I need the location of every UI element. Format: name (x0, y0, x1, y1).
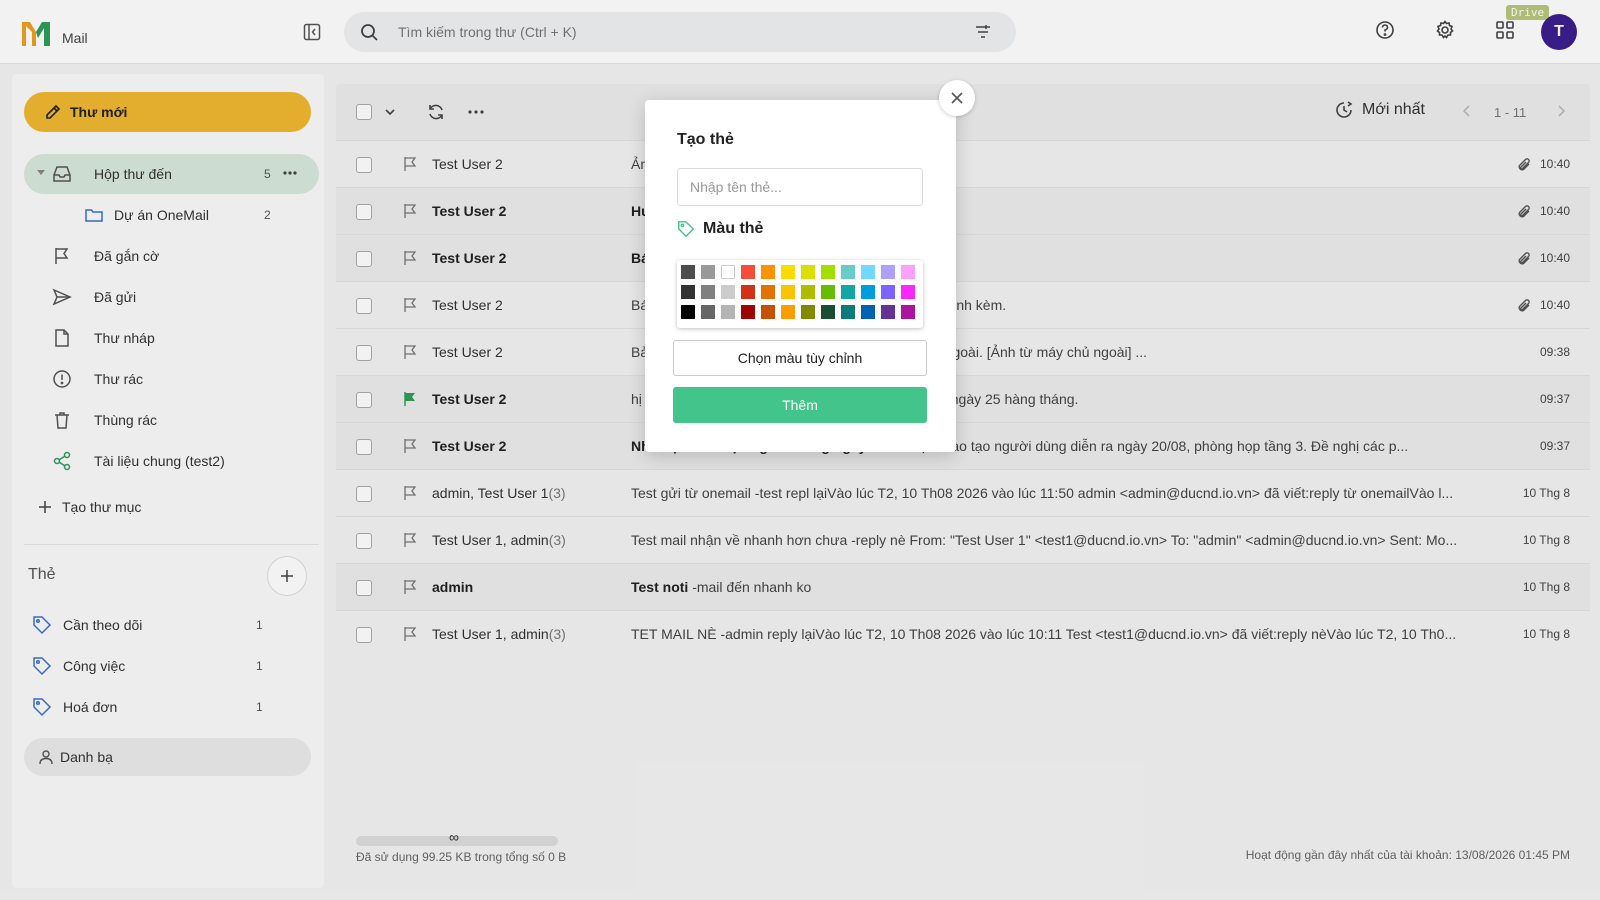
color-swatch[interactable] (801, 305, 815, 319)
color-swatch[interactable] (761, 265, 775, 279)
color-swatch[interactable] (901, 285, 915, 299)
custom-color-button[interactable]: Chọn màu tùy chỉnh (673, 340, 927, 376)
color-swatch[interactable] (841, 265, 855, 279)
color-swatch[interactable] (821, 285, 835, 299)
color-swatch[interactable] (801, 265, 815, 279)
color-swatch[interactable] (781, 305, 795, 319)
dialog-close-button[interactable] (939, 80, 975, 116)
color-swatch[interactable] (761, 285, 775, 299)
color-swatch[interactable] (781, 265, 795, 279)
color-swatch[interactable] (841, 305, 855, 319)
dialog-title: Tạo thẻ (677, 131, 734, 148)
color-swatch[interactable] (741, 285, 755, 299)
color-swatch[interactable] (741, 305, 755, 319)
color-swatch[interactable] (701, 305, 715, 319)
color-swatch[interactable] (901, 305, 915, 319)
color-swatch[interactable] (881, 305, 895, 319)
color-swatch[interactable] (681, 265, 695, 279)
color-swatch[interactable] (681, 285, 695, 299)
color-swatch[interactable] (881, 265, 895, 279)
tag-name-input[interactable] (677, 168, 923, 206)
color-swatch[interactable] (821, 305, 835, 319)
color-swatch[interactable] (781, 285, 795, 299)
color-swatch[interactable] (721, 305, 735, 319)
color-swatch[interactable] (741, 265, 755, 279)
color-swatch[interactable] (901, 265, 915, 279)
color-swatch[interactable] (821, 265, 835, 279)
color-label-text: Màu thẻ (703, 220, 764, 237)
color-swatch[interactable] (801, 285, 815, 299)
color-swatch[interactable] (701, 285, 715, 299)
color-swatch[interactable] (861, 285, 875, 299)
tag-icon (678, 221, 695, 238)
color-swatch[interactable] (761, 305, 775, 319)
create-tag-dialog: Tạo thẻ Màu thẻ Chọn màu tùy chỉnh Thêm (645, 100, 956, 452)
color-swatch[interactable] (701, 265, 715, 279)
color-swatch[interactable] (861, 305, 875, 319)
color-swatch[interactable] (721, 265, 735, 279)
tag-color-label: Màu thẻ (677, 220, 763, 238)
color-swatch[interactable] (841, 285, 855, 299)
color-swatch[interactable] (861, 265, 875, 279)
color-swatch[interactable] (881, 285, 895, 299)
add-tag-submit-button[interactable]: Thêm (673, 387, 927, 423)
close-icon (951, 92, 963, 104)
color-swatch[interactable] (681, 305, 695, 319)
color-swatch[interactable] (721, 285, 735, 299)
color-palette (677, 260, 923, 328)
